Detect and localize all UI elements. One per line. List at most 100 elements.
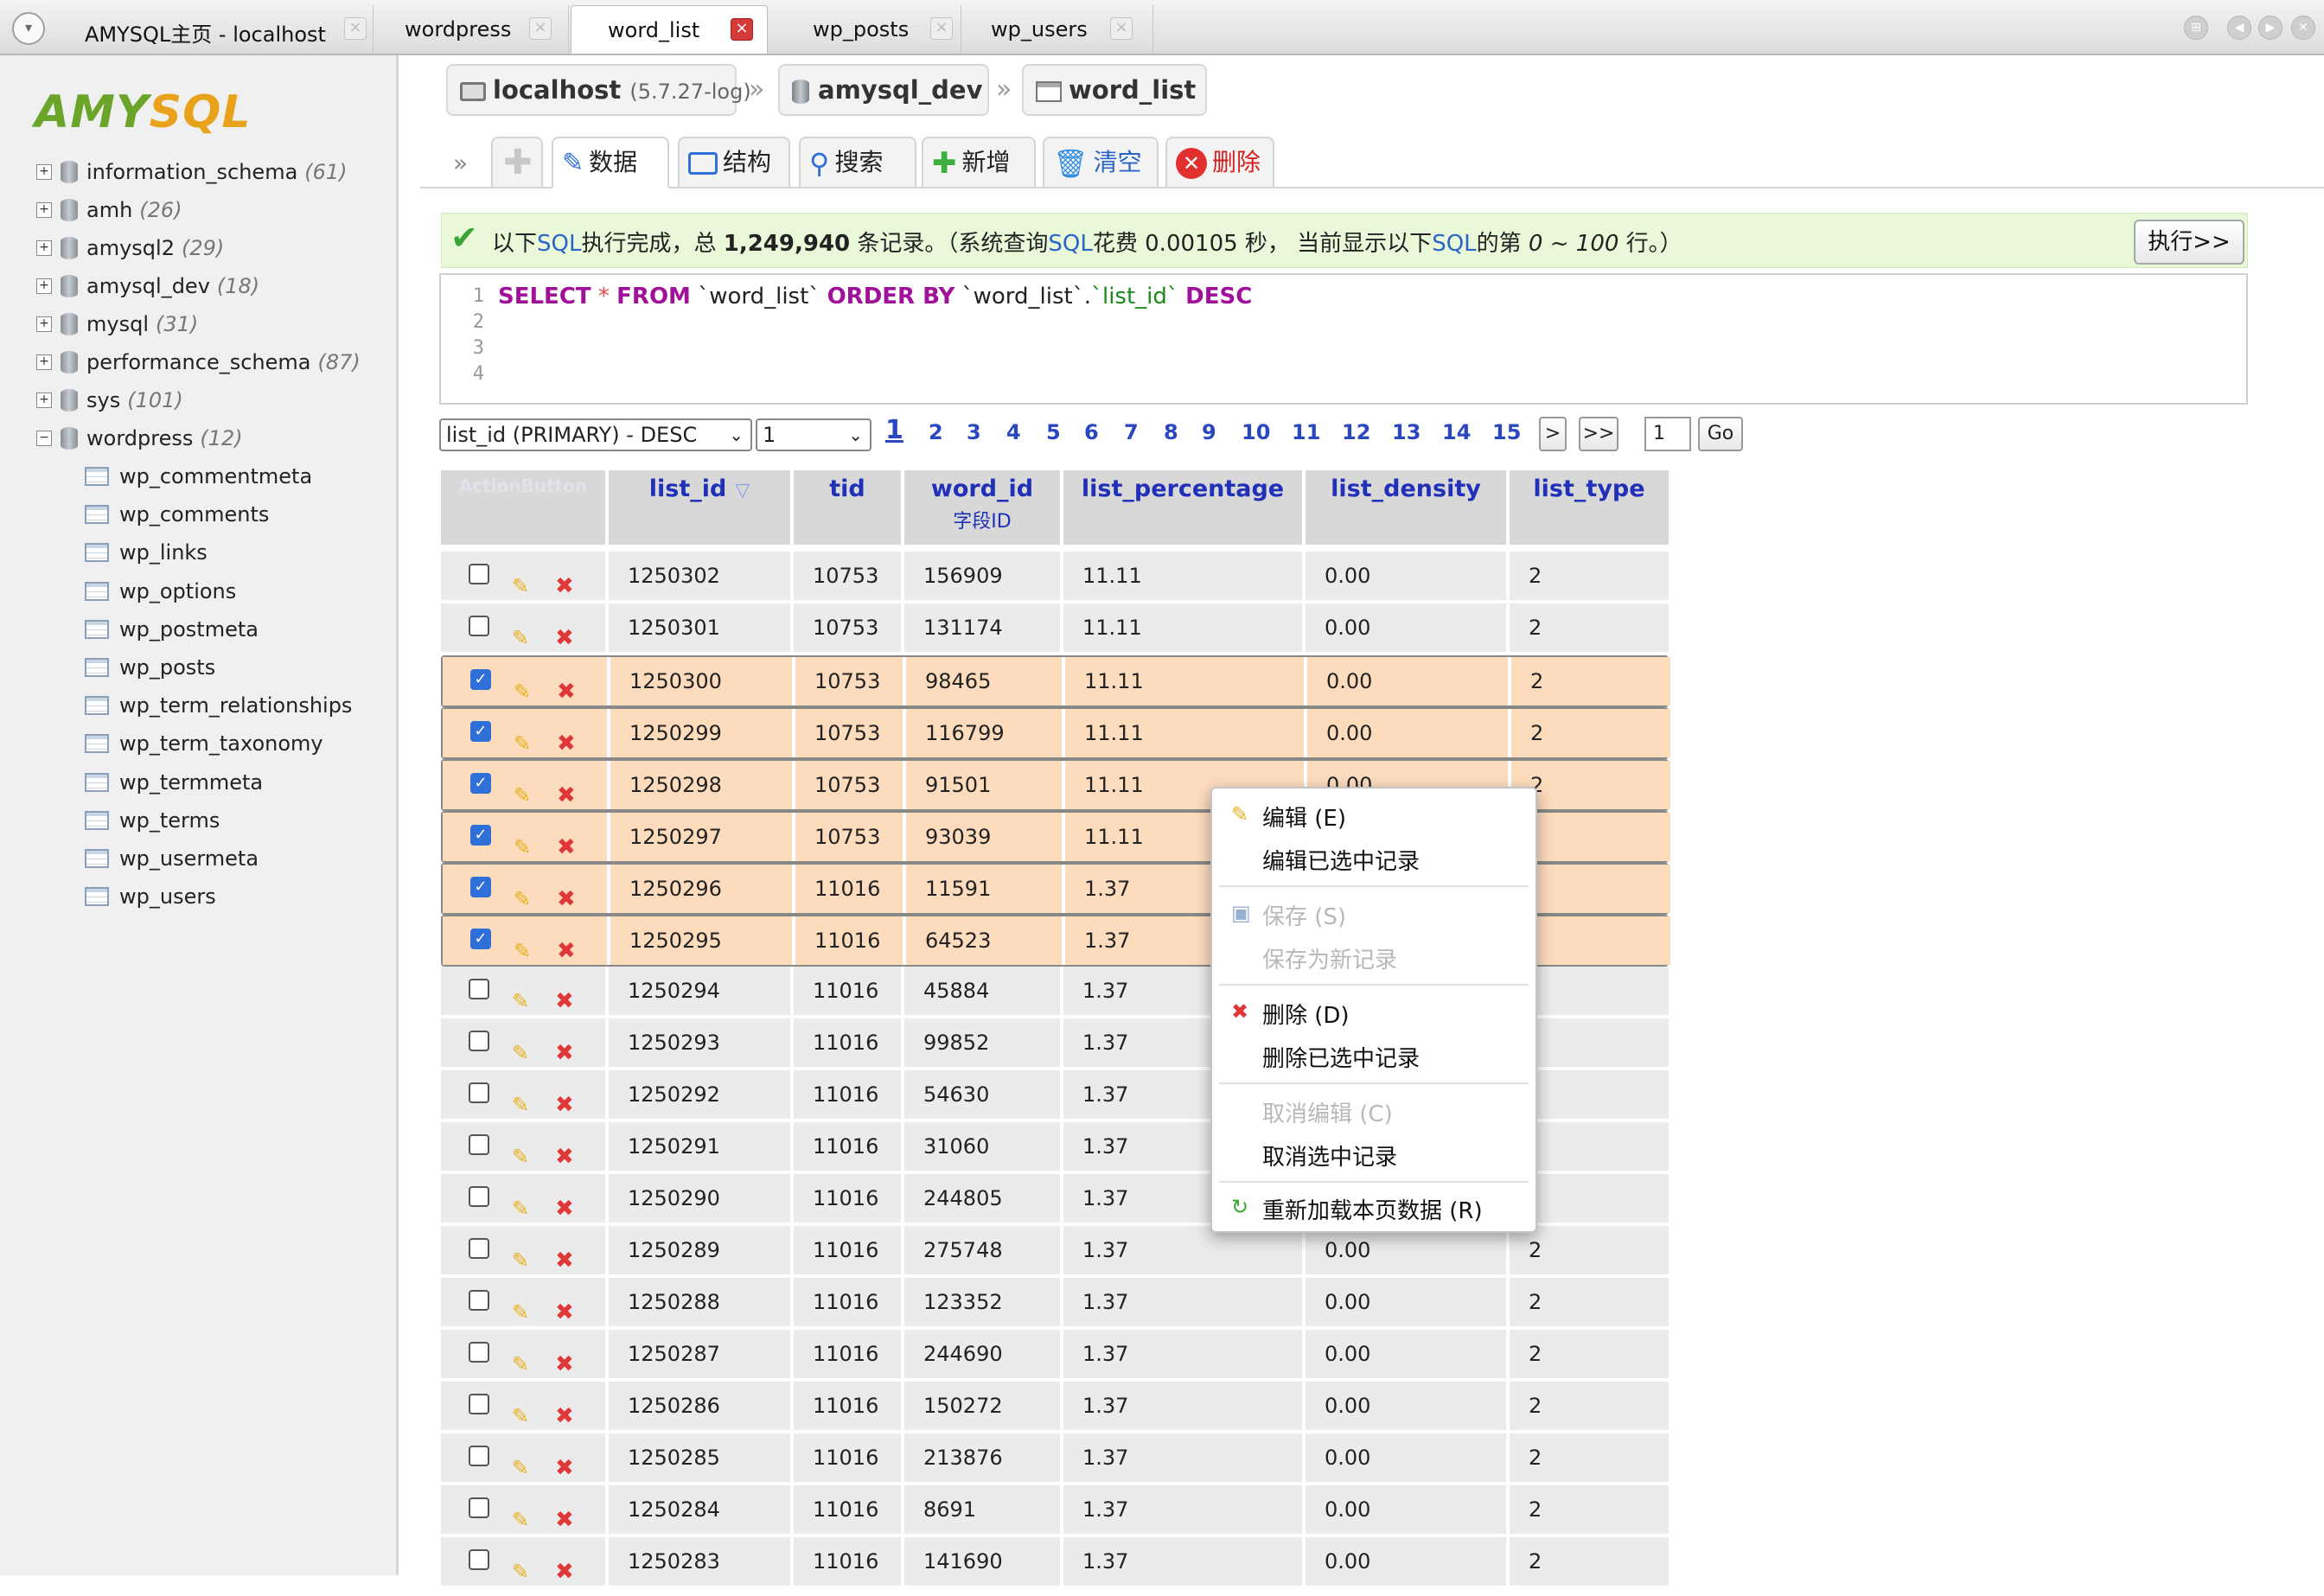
table-row[interactable]: ✎ ✖ 1250285 11016 213876 1.37 0.00 2 [441,1433,1669,1485]
database-item[interactable]: + amysql2 (29) [36,235,224,270]
column-header-tid[interactable]: tid [794,470,901,545]
menu-item-edit[interactable]: 编辑 (E) [1262,801,1346,833]
table-item[interactable]: wp_usermeta [85,846,259,877]
database-item[interactable]: + mysql (31) [36,311,198,346]
tab-word-list[interactable]: word_list × [571,5,768,54]
breadcrumb-database[interactable]: amysql_dev [778,64,989,116]
menu-dropdown-icon[interactable]: ▾ [12,12,45,45]
table-row[interactable]: ✎ ✖ 1250286 11016 150272 1.37 0.00 2 [441,1382,1669,1433]
edit-pencil-icon[interactable]: ✎ [512,1548,529,1596]
page-link[interactable]: 5 [1046,420,1061,444]
next-page-button[interactable]: > [1539,417,1567,451]
close-window-icon[interactable]: ✕ [2291,16,2315,40]
tab-structure[interactable]: 结构 [678,137,790,188]
table-row[interactable]: ✎ ✖ 1250288 11016 123352 1.37 0.00 2 [441,1278,1669,1330]
forward-icon[interactable]: ▶ [2258,16,2282,40]
row-checkbox[interactable] [469,1549,489,1570]
expand-icon[interactable]: + [36,240,52,256]
row-checkbox[interactable]: ✓ [470,929,491,949]
menu-item-delete[interactable]: 删除 (D) [1262,998,1350,1030]
collapse-icon[interactable]: − [36,431,52,446]
tab-drop[interactable]: ✕ 删除 [1165,137,1274,188]
close-icon[interactable]: × [731,18,753,41]
last-page-button[interactable]: >> [1579,417,1618,451]
page-select[interactable]: 1 ⌄ [756,418,872,451]
page-link[interactable]: 3 [967,420,981,444]
row-checkbox[interactable] [469,1497,489,1518]
row-checkbox[interactable]: ✓ [470,669,491,690]
breadcrumb-host[interactable]: localhost (5.7.27-log) [446,64,751,116]
column-header-list-percentage[interactable]: list_percentage [1063,470,1302,545]
row-checkbox[interactable]: ✓ [470,721,491,742]
tab-wordpress[interactable]: wordpress × [375,5,569,54]
table-row[interactable]: ✎ ✖ 1250284 11016 8691 1.37 0.00 2 [441,1485,1669,1537]
row-checkbox[interactable] [469,1342,489,1363]
page-number-input[interactable]: 1 [1644,417,1691,451]
table-row[interactable]: ✎ ✖ 1250301 10753 131174 11.11 0.00 2 [441,603,1669,655]
row-checkbox[interactable]: ✓ [470,825,491,846]
database-item[interactable]: − wordpress (12) [36,425,243,460]
table-item[interactable]: wp_term_taxonomy [85,731,323,762]
page-link[interactable]: 10 [1242,420,1270,444]
row-checkbox[interactable] [469,1446,489,1466]
page-link[interactable]: 8 [1164,420,1178,444]
table-row[interactable]: ✓ ✎ ✖ 1250300 10753 98465 11.11 0.00 2 [441,655,1670,707]
table-row[interactable]: ✎ ✖ 1250283 11016 141690 1.37 0.00 2 [441,1537,1669,1589]
table-item[interactable]: wp_links [85,539,208,571]
row-checkbox[interactable] [469,1082,489,1103]
sql-editor[interactable]: 1234 SELECT * FROM `word_list` ORDER BY … [439,273,2248,405]
page-link[interactable]: 14 [1442,420,1471,444]
row-checkbox[interactable]: ✓ [470,773,491,794]
page-link[interactable]: 7 [1124,420,1139,444]
menu-item-reload[interactable]: 重新加载本页数据 (R) [1262,1193,1483,1225]
menu-item-delete-selected[interactable]: 删除已选中记录 [1262,1041,1420,1073]
tab-wp-posts[interactable]: wp_posts × [771,5,961,54]
table-row[interactable]: ✓ ✎ ✖ 1250299 10753 116799 11.11 0.00 2 [441,707,1670,759]
expand-icon[interactable]: + [36,393,52,408]
database-item[interactable]: + information_schema (61) [36,159,348,194]
row-checkbox[interactable] [469,1134,489,1155]
database-item[interactable]: + performance_schema (87) [36,349,361,384]
page-link[interactable]: 2 [929,420,943,444]
expand-icon[interactable]: + [36,316,52,332]
tab-insert[interactable]: ✚ 新增 [922,137,1036,188]
expand-icon[interactable]: + [36,354,52,370]
page-link[interactable]: 9 [1202,420,1216,444]
menu-item-save[interactable]: 保存 (S) [1262,899,1346,931]
row-checkbox[interactable] [469,1238,489,1259]
back-icon[interactable]: ◀ [2227,16,2251,40]
database-item[interactable]: + sys (101) [36,387,183,422]
sort-select[interactable]: list_id (PRIMARY) - DESC ⌄ [439,418,752,451]
column-header-list-type[interactable]: list_type [1510,470,1669,545]
menu-item-deselect[interactable]: 取消选中记录 [1262,1140,1397,1171]
row-checkbox[interactable] [469,564,489,584]
tab-amysql-home[interactable]: AMYSQL主页 - localhost × [62,5,374,54]
table-row[interactable]: ✎ ✖ 1250289 11016 275748 1.37 0.00 2 [441,1226,1669,1278]
row-checkbox[interactable] [469,1394,489,1414]
page-link[interactable]: 11 [1292,420,1320,444]
table-row[interactable]: ✎ ✖ 1250302 10753 156909 11.11 0.00 2 [441,552,1669,603]
column-header-list-id[interactable]: list_id ▽ [609,470,790,545]
close-icon[interactable]: × [529,17,552,40]
tab-empty[interactable]: 🗑 清空 [1043,137,1159,188]
tab-data[interactable]: ✎ 数据 [552,137,669,188]
expand-icon[interactable]: + [36,164,52,180]
row-checkbox[interactable] [469,1031,489,1051]
table-item[interactable]: wp_users [85,884,216,915]
database-item[interactable]: + amh (26) [36,197,182,232]
row-checkbox[interactable] [469,979,489,999]
close-icon[interactable]: × [1110,17,1133,40]
close-icon[interactable]: × [930,17,953,40]
table-item[interactable]: wp_options [85,578,236,610]
table-row[interactable]: ✎ ✖ 1250287 11016 244690 1.37 0.00 2 [441,1330,1669,1382]
table-item[interactable]: wp_terms [85,808,220,839]
go-button[interactable]: Go [1698,417,1743,451]
menu-item-cancel-edit[interactable]: 取消编辑 (C) [1262,1096,1393,1128]
row-checkbox[interactable] [469,1186,489,1207]
add-tab-button[interactable]: ✚ [491,137,543,188]
page-link[interactable]: 15 [1492,420,1521,444]
table-item[interactable]: wp_commentmeta [85,463,312,495]
page-link[interactable]: 1 [885,415,903,445]
breadcrumb-table[interactable]: word_list [1022,64,1207,116]
grid-view-icon[interactable]: ⊞ [2184,16,2208,40]
